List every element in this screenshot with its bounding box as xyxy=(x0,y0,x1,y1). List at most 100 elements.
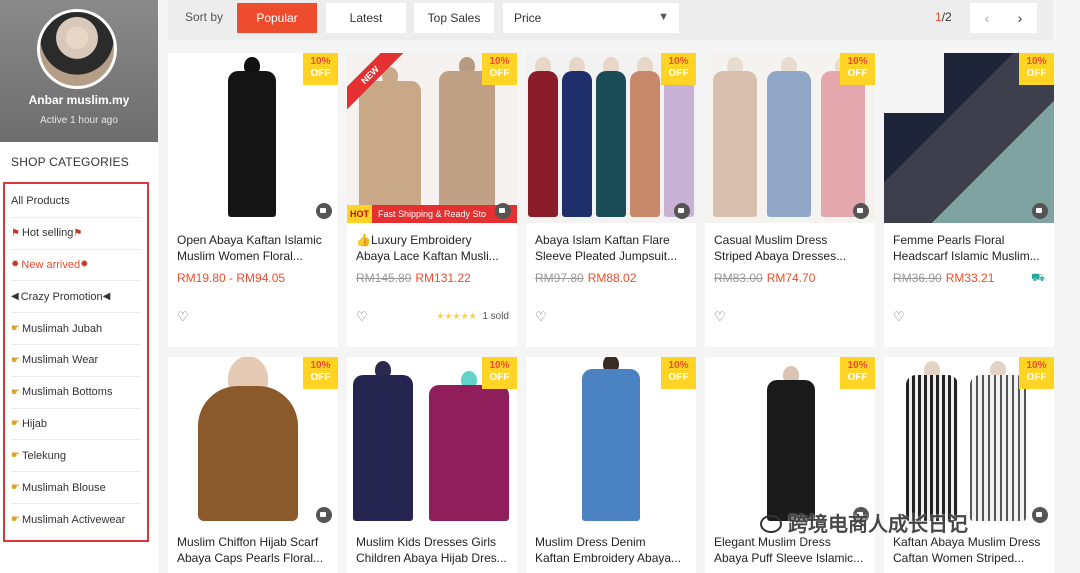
heart-icon[interactable]: ♡ xyxy=(356,309,368,325)
product-image[interactable]: 10% OFF xyxy=(168,357,338,527)
product-card[interactable]: 10% OFF Kaftan Abaya Muslim Dress Caftan W… xyxy=(884,357,1054,573)
product-price: RM145.80 RM131.22 xyxy=(356,271,471,285)
product-image[interactable]: 10% OFF xyxy=(705,357,875,527)
category-telekung[interactable]: ☛ Telekung xyxy=(11,440,141,473)
shop-active-status: Active 1 hour ago xyxy=(40,115,118,126)
sold-count: 1 sold xyxy=(482,311,509,322)
product-image[interactable]: 10% OFF xyxy=(705,53,875,223)
product-card[interactable]: 10% OFF Muslim Dress Denim Kaftan Embroide… xyxy=(526,357,696,573)
fabric-corner xyxy=(884,53,944,113)
category-muslimah-activewear[interactable]: ☛ Muslimah Activewear xyxy=(11,504,141,536)
category-label: Muslimah Blouse xyxy=(21,481,106,494)
product-title[interactable]: Elegant Muslim Dress Abaya Puff Sleeve Is… xyxy=(714,534,870,566)
category-label: Muslimah Bottoms xyxy=(21,386,113,399)
video-icon xyxy=(316,507,332,523)
discount-badge: 10% OFF xyxy=(1019,357,1054,389)
product-image[interactable]: 10% OFF xyxy=(526,357,696,527)
heart-icon[interactable]: ♡ xyxy=(714,309,726,325)
shop-profile[interactable]: Anbar muslim.my Active 1 hour ago xyxy=(0,0,158,142)
category-muslimah-blouse[interactable]: ☛ Muslimah Blouse xyxy=(11,472,141,504)
product-image[interactable]: 10% OFF xyxy=(168,53,338,223)
product-image[interactable]: 10% OFF xyxy=(347,357,517,527)
page-total: /2 xyxy=(941,10,952,24)
product-title[interactable]: Muslim Dress Denim Kaftan Embroidery Abay… xyxy=(535,534,691,566)
product-title[interactable]: 👍Luxury Embroidery Abaya Lace Kaftan Musl… xyxy=(356,232,512,264)
category-hot-selling[interactable]: ⚑ Hot selling ⚑ xyxy=(11,218,141,250)
product-title[interactable]: Muslim Chiffon Hijab Scarf Abaya Caps Pea… xyxy=(177,534,333,566)
sort-label: Sort by xyxy=(185,10,224,24)
product-card[interactable]: NEW 10% OFF HOT Fast Shipping & Ready Sto … xyxy=(347,53,517,347)
category-muslimah-jubah[interactable]: ☛ Muslimah Jubah xyxy=(11,313,141,345)
product-title[interactable]: Kaftan Abaya Muslim Dress Caftan Women St… xyxy=(893,534,1049,566)
product-card[interactable]: 10% OFF Elegant Muslim Dress Abaya Puff Sl… xyxy=(705,357,875,573)
shop-sidebar: Anbar muslim.my Active 1 hour ago SHOP C… xyxy=(0,0,158,573)
product-title[interactable]: Abaya Islam Kaftan Flare Sleeve Pleated J… xyxy=(535,232,691,264)
category-label: Hijab xyxy=(21,417,48,430)
category-hijab[interactable]: ☛ Hijab xyxy=(11,409,141,441)
category-label: Hot selling xyxy=(21,227,74,240)
model-figure xyxy=(767,57,811,217)
watermark: 跨境电商人成长日记 xyxy=(760,508,968,537)
page-current: 1 xyxy=(935,10,942,24)
wechat-icon xyxy=(760,515,782,533)
pointing-hand-icon: ☛ xyxy=(11,514,20,526)
product-price: RM19.80 - RM94.05 xyxy=(177,271,286,285)
category-crazy-promotion[interactable]: ◀ Crazy Promotion ◀ xyxy=(11,281,141,314)
shop-name[interactable]: Anbar muslim.my xyxy=(0,93,158,107)
video-icon xyxy=(495,203,511,219)
chevron-down-icon: ▼ xyxy=(658,11,669,23)
sort-top-sales-button[interactable]: Top Sales xyxy=(414,3,494,33)
video-icon xyxy=(1032,507,1048,523)
prev-page-button[interactable]: ‹ xyxy=(970,3,1004,33)
pointing-hand-icon: ☛ xyxy=(11,386,20,398)
video-icon xyxy=(1032,203,1048,219)
heart-icon[interactable]: ♡ xyxy=(177,309,189,325)
sort-latest-button[interactable]: Latest xyxy=(326,3,406,33)
category-label: Muslimah Activewear xyxy=(21,513,126,526)
product-price: RM36.90 RM33.21 xyxy=(893,271,995,285)
product-card[interactable]: 10% OFF Casual Muslim Dress Striped Abaya … xyxy=(705,53,875,347)
burst-icon: ✹ xyxy=(80,259,89,271)
discount-badge: 10% OFF xyxy=(482,357,517,389)
product-title[interactable]: Casual Muslim Dress Striped Abaya Dresses… xyxy=(714,232,870,264)
product-card[interactable]: 10% OFF Muslim Chiffon Hijab Scarf Abaya C… xyxy=(168,357,338,573)
product-title[interactable]: Femme Pearls Floral Headscarf Islamic Mus… xyxy=(893,232,1049,264)
model-figure xyxy=(353,361,413,521)
pointing-hand-icon: ☛ xyxy=(11,450,20,462)
heart-icon[interactable]: ♡ xyxy=(535,309,547,325)
product-title[interactable]: Muslim Kids Dresses Girls Children Abaya … xyxy=(356,534,512,566)
avatar[interactable] xyxy=(37,9,117,89)
category-new-arrived[interactable]: ✹ New arrived ✹ xyxy=(11,250,141,282)
product-card[interactable]: 10% OFF Abaya Islam Kaftan Flare Sleeve Pl… xyxy=(526,53,696,347)
star-rating-icon: ★★★★★ xyxy=(436,311,477,321)
product-image[interactable]: 10% OFF xyxy=(884,53,1054,223)
next-page-button[interactable]: › xyxy=(1003,3,1037,33)
hot-badge: HOT xyxy=(347,205,372,223)
category-muslimah-bottoms[interactable]: ☛ Muslimah Bottoms xyxy=(11,377,141,409)
page-indicator: 1/2 xyxy=(935,10,952,24)
model-figure xyxy=(767,366,815,521)
model-figure xyxy=(582,357,640,521)
product-image[interactable]: NEW 10% OFF HOT Fast Shipping & Ready Sto xyxy=(347,53,517,223)
product-card[interactable]: 10% OFF Femme Pearls Floral Headscarf Isla… xyxy=(884,53,1054,347)
price-sort-select[interactable]: Price ▼ xyxy=(503,3,679,33)
category-muslimah-wear[interactable]: ☛ Muslimah Wear xyxy=(11,345,141,377)
heart-icon[interactable]: ♡ xyxy=(893,309,905,325)
product-image[interactable]: 10% OFF xyxy=(526,53,696,223)
discount-badge: 10% OFF xyxy=(661,53,696,85)
product-image[interactable]: 10% OFF xyxy=(884,357,1054,527)
model-figure xyxy=(630,57,660,217)
model-figure xyxy=(359,67,421,217)
category-all-products[interactable]: All Products xyxy=(11,186,141,218)
sort-popular-button[interactable]: Popular xyxy=(237,3,317,33)
product-card[interactable]: 10% OFF Muslim Kids Dresses Girls Children… xyxy=(347,357,517,573)
discount-badge: 10% OFF xyxy=(661,357,696,389)
product-card[interactable]: 10% OFF Open Abaya Kaftan Islamic Muslim W… xyxy=(168,53,338,347)
burst-icon: ✹ xyxy=(11,259,20,271)
model-figure xyxy=(970,361,1026,521)
discount-badge: 10% OFF xyxy=(303,357,338,389)
discount-badge: 10% OFF xyxy=(840,357,875,389)
pointing-hand-icon: ☛ xyxy=(11,323,20,335)
model-figure xyxy=(198,357,298,521)
product-title[interactable]: Open Abaya Kaftan Islamic Muslim Women Fl… xyxy=(177,232,333,264)
